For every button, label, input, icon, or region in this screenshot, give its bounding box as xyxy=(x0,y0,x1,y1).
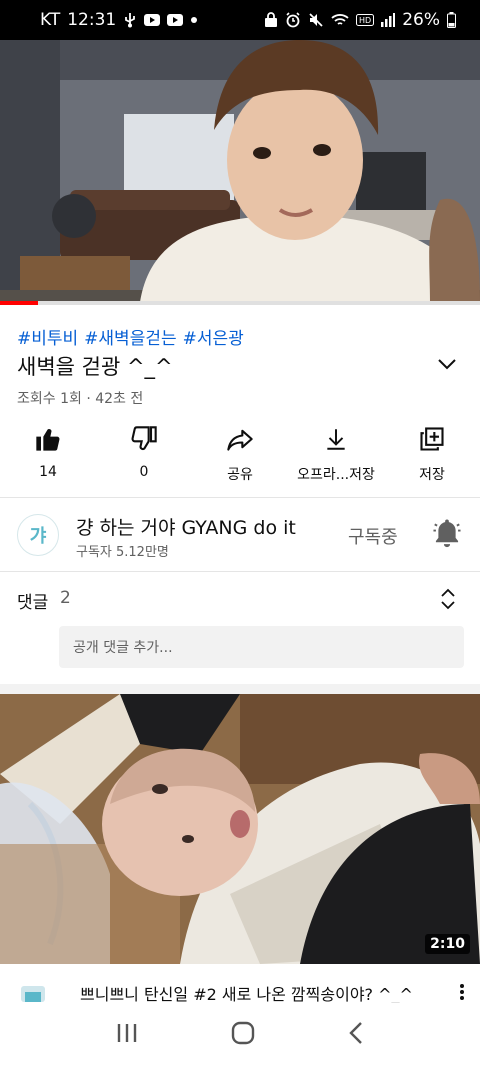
save-button[interactable]: 저장 xyxy=(384,422,480,488)
hd-icon: HD xyxy=(356,14,375,26)
video-duration: 2:10 xyxy=(425,934,470,954)
save-icon xyxy=(418,422,446,456)
subscriber-count: 구독자 5.12만명 xyxy=(76,545,169,560)
carrier-label: KT xyxy=(40,10,61,30)
video-meta: 조회수 1회 · 42초 전 xyxy=(17,391,144,407)
wifi-icon xyxy=(331,13,349,27)
subscribed-button[interactable]: 구독중 xyxy=(348,523,398,549)
video-progress-fill xyxy=(0,301,39,305)
bell-icon xyxy=(433,519,461,548)
recent-apps-button[interactable] xyxy=(115,1022,139,1048)
channel-name[interactable]: 걍 하는 거야 GYANG do it xyxy=(76,513,296,540)
dot-icon xyxy=(190,16,198,24)
save-label: 저장 xyxy=(419,467,445,483)
notification-bell-button[interactable] xyxy=(432,517,462,553)
video-title[interactable]: 새벽을 걷광 ^_^ xyxy=(17,351,173,381)
battery-icon xyxy=(447,12,456,28)
clock: 12:31 xyxy=(67,10,117,30)
status-right: HD 26% xyxy=(264,10,456,30)
comments-count: 2 xyxy=(60,588,71,608)
share-icon xyxy=(226,422,254,456)
back-button[interactable] xyxy=(347,1020,365,1050)
share-button[interactable]: 공유 xyxy=(192,422,288,488)
back-icon xyxy=(348,1022,362,1044)
home-icon xyxy=(231,1021,255,1045)
comment-input[interactable]: 공개 댓글 추가... xyxy=(59,626,464,668)
unfold-icon xyxy=(441,588,455,610)
status-left: KT 12:31 xyxy=(40,10,198,30)
download-button[interactable]: 오프라...저장 xyxy=(288,422,384,488)
recent-apps-icon xyxy=(118,1024,137,1042)
chevron-down-icon xyxy=(438,359,456,370)
video-frame-image xyxy=(0,40,480,302)
next-video-title[interactable]: 쁘니쁘니 탄신일 #2 새로 나온 깜찍송이야? ^_^ xyxy=(80,981,440,1005)
more-dot xyxy=(460,990,464,994)
like-button[interactable]: 14 xyxy=(0,422,96,488)
download-label: 오프라...저장 xyxy=(297,467,375,483)
hashtag-list: #비투비 #새벽을걷는 #서은광 xyxy=(17,324,250,349)
battery-percent: 26% xyxy=(402,10,440,30)
system-nav-bar xyxy=(0,1003,480,1067)
alarm-icon xyxy=(285,12,301,28)
divider xyxy=(0,571,480,572)
divider xyxy=(0,497,480,498)
svg-text:HD: HD xyxy=(359,16,371,25)
more-options-button[interactable] xyxy=(452,982,472,1002)
comments-expand-button[interactable] xyxy=(438,587,458,615)
video-player[interactable] xyxy=(0,40,480,302)
thumbnail-image xyxy=(0,694,480,964)
channel-avatar-text: 갸 xyxy=(29,526,47,547)
dislike-icon xyxy=(130,422,158,456)
home-button[interactable] xyxy=(230,1020,256,1050)
share-label: 공유 xyxy=(227,467,253,483)
channel-logo-icon xyxy=(21,986,45,1002)
like-count: 14 xyxy=(39,464,57,480)
hashtag-link[interactable]: #서은광 xyxy=(183,329,244,349)
hashtag-link[interactable]: #비투비 xyxy=(17,329,78,349)
expand-description-button[interactable] xyxy=(436,353,458,379)
comments-label[interactable]: 댓글 xyxy=(17,588,48,613)
like-icon xyxy=(34,422,62,456)
next-video-channel-avatar[interactable] xyxy=(17,980,57,1002)
dislike-count: 0 xyxy=(139,464,149,480)
status-bar: KT 12:31 HD 26% xyxy=(0,0,480,40)
channel-avatar[interactable]: 갸 xyxy=(17,514,59,556)
more-dot xyxy=(460,996,464,1000)
more-dot xyxy=(460,984,464,988)
hashtag-link[interactable]: #새벽을걷는 xyxy=(84,329,176,349)
signal-icon xyxy=(381,13,396,27)
dislike-button[interactable]: 0 xyxy=(96,422,192,488)
youtube-icon xyxy=(144,14,161,26)
download-icon xyxy=(323,422,349,456)
usb-icon xyxy=(123,12,137,28)
video-progress-bar[interactable] xyxy=(0,301,480,305)
next-video-thumbnail[interactable]: 2:10 xyxy=(0,694,480,964)
youtube-icon xyxy=(167,14,184,26)
section-gap xyxy=(0,684,480,694)
mute-icon xyxy=(308,12,324,28)
action-bar: 14 0 공유 오프라...저장 저장 xyxy=(0,422,480,488)
lock-icon xyxy=(264,12,278,28)
